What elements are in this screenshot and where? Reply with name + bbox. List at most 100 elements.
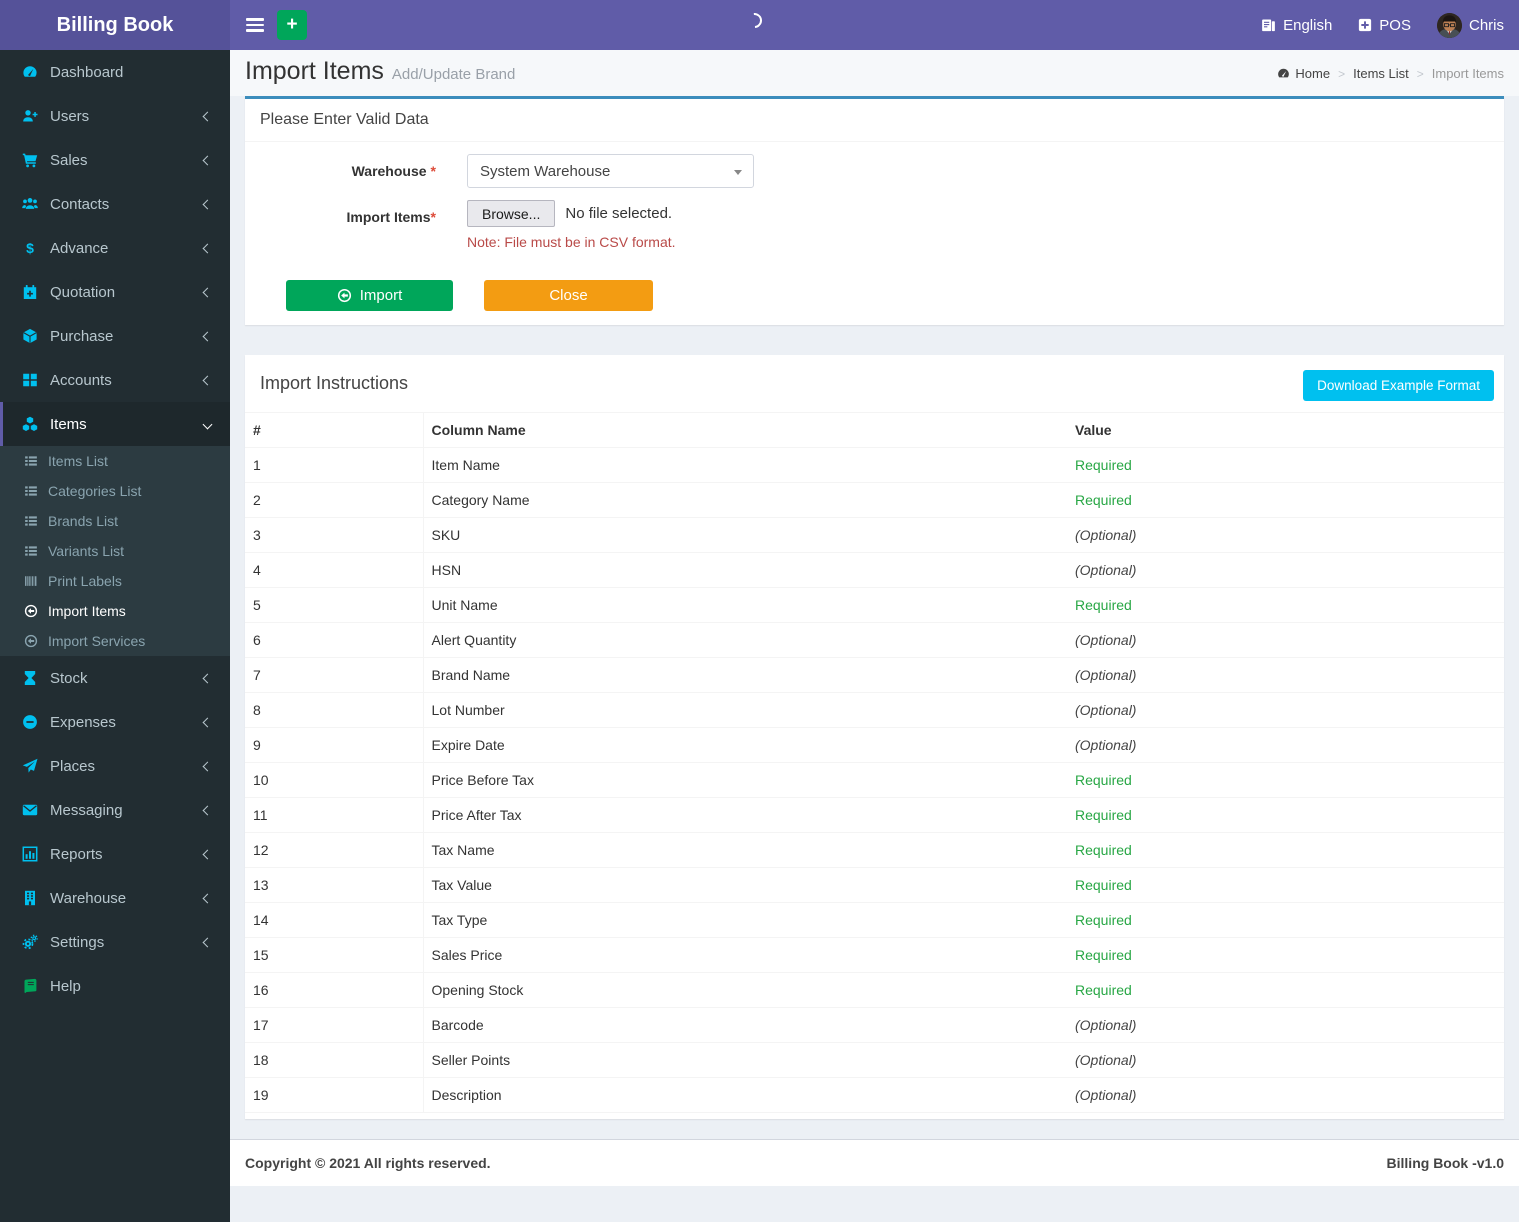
footer: Copyright © 2021 All rights reserved. Bi… <box>230 1139 1519 1186</box>
warehouse-select[interactable]: System Warehouse <box>467 154 754 188</box>
sidebar-item-places[interactable]: Places <box>0 744 230 788</box>
sidebar-subitem-import-services[interactable]: Import Services <box>0 626 230 656</box>
browse-button[interactable]: Browse... <box>467 200 556 227</box>
hourglass-icon <box>22 670 38 686</box>
close-button[interactable]: Close <box>484 280 653 311</box>
column-name-cell: Tax Type <box>423 902 1063 938</box>
column-name-cell: SKU <box>423 517 1063 553</box>
gears-icon <box>22 934 38 950</box>
instruction-row: 7 Brand Name (Optional) <box>245 657 1504 693</box>
file-input-group: Browse... No file selected. Note: File m… <box>467 200 676 250</box>
chevron-icon <box>202 199 213 209</box>
instruction-row: 8 Lot Number (Optional) <box>245 692 1504 728</box>
form-panel-title: Please Enter Valid Data <box>245 99 1504 142</box>
value-cell: Required <box>1063 482 1504 518</box>
cart-icon <box>22 152 38 168</box>
sidebar-item-label: Users <box>50 107 90 125</box>
user-plus-icon <box>22 108 38 124</box>
paper-plane-icon <box>22 758 38 774</box>
value-cell: Required <box>1063 972 1504 1008</box>
brand-logo[interactable]: Billing Book <box>0 0 230 50</box>
sidebar-item-sales[interactable]: Sales <box>0 138 230 182</box>
quick-add-button[interactable]: + <box>277 10 307 40</box>
download-example-button[interactable]: Download Example Format <box>1303 370 1494 401</box>
list-icon <box>24 484 38 498</box>
sidebar-item-reports[interactable]: Reports <box>0 832 230 876</box>
sidebar-subitem-print-labels[interactable]: Print Labels <box>0 566 230 596</box>
row-number-cell: 1 <box>245 447 424 483</box>
list-icon <box>24 454 38 468</box>
row-number-cell: 8 <box>245 692 424 728</box>
sidebar-subitem-categories-list[interactable]: Categories List <box>0 476 230 506</box>
sidebar-item-advance[interactable]: Advance <box>0 226 230 270</box>
chevron-icon <box>202 419 213 429</box>
instructions-tbody: 1 Item Name Required 2 Category Name Required… <box>245 447 1504 1113</box>
column-name-cell: Sales Price <box>423 937 1063 973</box>
column-header-name: Column Name <box>423 412 1063 448</box>
list-icon <box>24 544 38 558</box>
column-name-cell: Brand Name <box>423 657 1063 693</box>
sidebar-subitem-variants-list[interactable]: Variants List <box>0 536 230 566</box>
instruction-row: 1 Item Name Required <box>245 447 1504 483</box>
minus-circle-icon <box>22 714 38 730</box>
column-name-cell: Lot Number <box>423 692 1063 728</box>
gauge-icon <box>1277 67 1290 80</box>
import-button[interactable]: Import <box>286 280 453 311</box>
dollar-icon <box>22 240 38 256</box>
row-number-cell: 18 <box>245 1042 424 1078</box>
import-icon <box>337 288 352 303</box>
sidebar-subitem-items-list[interactable]: Items List <box>0 446 230 476</box>
sidebar-item-purchase[interactable]: Purchase <box>0 314 230 358</box>
breadcrumb-item-items-list[interactable]: Items List <box>1353 66 1409 81</box>
sidebar-item-expenses[interactable]: Expenses <box>0 700 230 744</box>
instruction-row: 9 Expire Date (Optional) <box>245 727 1504 763</box>
loading-spinner <box>743 9 766 32</box>
sidebar: Dashboard Users Sales Contacts Advance Q… <box>0 50 230 1222</box>
sidebar-item-label: Accounts <box>50 371 112 389</box>
sidebar-item-settings[interactable]: Settings <box>0 920 230 964</box>
sidebar-subitem-import-items[interactable]: Import Items <box>0 596 230 626</box>
sidebar-item-accounts[interactable]: Accounts <box>0 358 230 402</box>
sidebar-subitem-label: Items List <box>48 453 108 469</box>
gauge-icon <box>22 64 38 80</box>
envelope-icon <box>22 802 38 818</box>
chevron-icon <box>202 937 213 947</box>
pos-label: POS <box>1379 16 1411 34</box>
column-name-cell: Description <box>423 1077 1063 1113</box>
breadcrumb-separator: > <box>1338 66 1346 81</box>
breadcrumb-item-home[interactable]: Home <box>1277 66 1330 81</box>
user-menu[interactable]: Chris <box>1436 12 1504 38</box>
book-icon <box>22 978 38 994</box>
copyright-text: Copyright © 2021 All rights reserved. <box>245 1155 491 1171</box>
sidebar-item-quotation[interactable]: Quotation <box>0 270 230 314</box>
page-title: Import Items Add/Update Brand <box>245 57 516 85</box>
language-menu[interactable]: English <box>1261 17 1332 34</box>
sidebar-subitem-brands-list[interactable]: Brands List <box>0 506 230 536</box>
sidebar-item-warehouse[interactable]: Warehouse <box>0 876 230 920</box>
sidebar-item-messaging[interactable]: Messaging <box>0 788 230 832</box>
import-form-panel: Please Enter Valid Data Warehouse * Syste… <box>245 96 1504 325</box>
sidebar-item-label: Purchase <box>50 327 114 345</box>
sidebar-item-stock[interactable]: Stock <box>0 656 230 700</box>
chevron-icon <box>202 331 213 341</box>
sidebar-item-label: Warehouse <box>50 889 127 907</box>
instruction-row: 16 Opening Stock Required <box>245 972 1504 1008</box>
pos-button[interactable]: POS <box>1358 17 1411 34</box>
sidebar-subitem-label: Import Items <box>48 603 126 619</box>
breadcrumb: Home > Items List > Import Items <box>1277 66 1504 81</box>
sidebar-item-items[interactable]: Items <box>0 402 230 446</box>
value-cell: Required <box>1063 587 1504 623</box>
sidebar-item-users[interactable]: Users <box>0 94 230 138</box>
chevron-icon <box>202 717 213 727</box>
column-name-cell: Price Before Tax <box>423 762 1063 798</box>
sidebar-item-contacts[interactable]: Contacts <box>0 182 230 226</box>
column-name-cell: Barcode <box>423 1007 1063 1043</box>
chevron-icon <box>202 761 213 771</box>
instruction-row: 10 Price Before Tax Required <box>245 762 1504 798</box>
column-name-cell: Opening Stock <box>423 972 1063 1008</box>
sidebar-item-help[interactable]: Help <box>0 964 230 1008</box>
sidebar-item-dashboard[interactable]: Dashboard <box>0 50 230 94</box>
sidebar-toggle-button[interactable] <box>232 0 278 50</box>
instruction-row: 18 Seller Points (Optional) <box>245 1042 1504 1078</box>
page-subtitle: Add/Update Brand <box>391 66 516 83</box>
